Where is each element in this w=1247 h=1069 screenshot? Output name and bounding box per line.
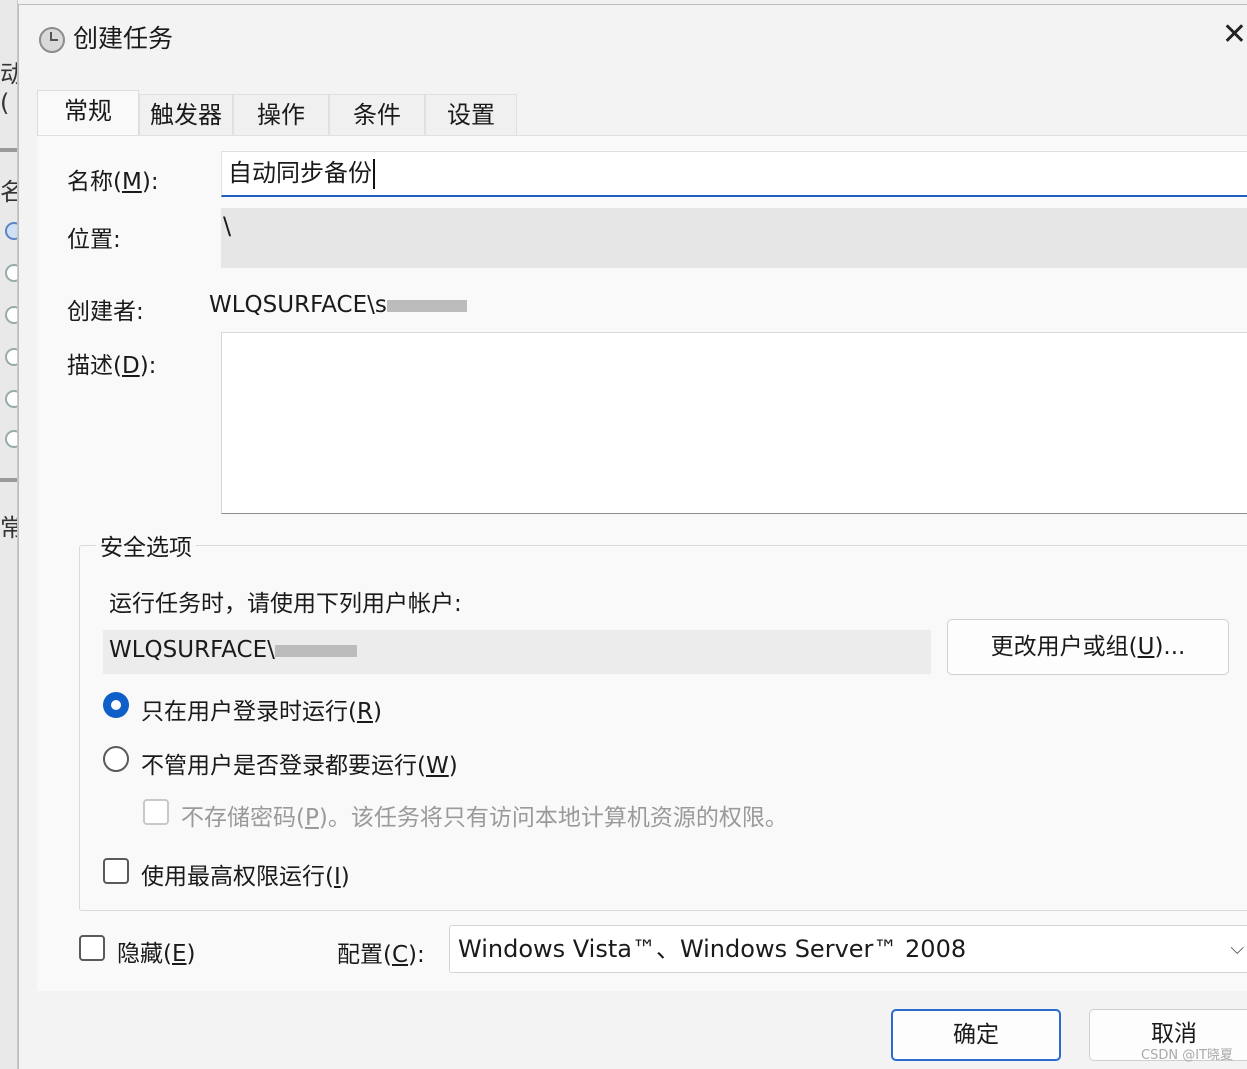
radio-run-only-logged-on[interactable] [103,692,129,718]
run-as-user-field: WLQSURFACE\ [103,630,931,674]
location-field: \ [221,208,1247,268]
background-task-icon [5,222,17,240]
task-scheduler-clock-icon [39,27,65,53]
checkbox-hidden[interactable] [79,935,105,961]
background-text-fragment: 动( [0,60,17,117]
background-app-strip: 动( 名 常 [0,0,18,1069]
checkbox-highest-privileges[interactable] [103,858,129,884]
chevron-down-icon: ⌵ [1230,938,1244,959]
background-task-icon [5,264,17,282]
checkbox-do-not-store-password-label: 不存储密码(P)。该任务将只有访问本地计算机资源的权限。 [181,805,788,831]
name-label: 名称(M): [67,169,159,195]
author-label: 创建者: [67,299,144,325]
checkbox-hidden-label[interactable]: 隐藏(E) [117,934,196,968]
checkbox-highest-privileges-label[interactable]: 使用最高权限运行(I) [141,857,350,891]
name-input-value: 自动同步备份 [228,159,372,187]
tab-triggers[interactable]: 触发器 [139,94,233,136]
author-value: WLQSURFACE\s [209,292,467,318]
ok-button[interactable]: 确定 [891,1009,1061,1061]
background-divider [0,148,17,152]
description-textarea[interactable] [221,332,1247,514]
title-bar[interactable]: 创建任务 ✕ [19,5,1247,67]
background-task-icon [5,430,17,448]
text-caret [373,159,375,189]
background-text-fragment: 名 [0,172,17,207]
redaction-mark [386,299,467,312]
redaction-mark [274,644,357,657]
configure-for-label: 配置(C): [337,942,425,968]
background-task-icon [5,348,17,366]
configure-for-select[interactable]: Windows Vista™、Windows Server™ 2008 ⌵ [449,925,1247,973]
tab-general[interactable]: 常规 [37,90,139,138]
tab-conditions[interactable]: 条件 [329,94,425,136]
location-label: 位置: [67,227,121,253]
background-task-icon [5,390,17,408]
background-text-fragment: 常 [0,508,17,543]
configure-for-value: Windows Vista™、Windows Server™ 2008 [458,935,967,963]
window-title: 创建任务 [73,24,174,53]
watermark-text: CSDN @IT晓夏 [1141,1048,1233,1063]
run-as-prompt: 运行任务时，请使用下列用户帐户: [109,591,462,617]
description-label: 描述(D): [67,353,157,379]
run-as-user-value: WLQSURFACE\ [109,637,275,663]
security-options-title: 安全选项 [96,528,196,562]
general-tab-panel: 名称(M): 自动同步备份 位置: \ 创建者: WLQSURFACE\s 描述… [37,135,1247,991]
close-button[interactable]: ✕ [1217,15,1247,55]
tab-actions[interactable]: 操作 [233,94,329,136]
radio-run-whether-logged-on[interactable] [103,746,129,772]
background-divider [0,478,17,482]
radio-run-only-logged-on-label[interactable]: 只在用户登录时运行(R) [141,692,382,726]
radio-run-whether-logged-on-label[interactable]: 不管用户是否登录都要运行(W) [141,746,458,780]
tab-settings[interactable]: 设置 [425,94,517,136]
checkbox-do-not-store-password [143,799,169,825]
background-task-icon [5,306,17,324]
name-input[interactable]: 自动同步备份 [221,151,1247,197]
create-task-dialog: 创建任务 ✕ 常规 触发器 操作 条件 设置 名称(M): 自动同步备份 位置:… [18,4,1247,1069]
location-value: \ [223,212,232,240]
change-user-button[interactable]: 更改用户或组(U)... [947,619,1229,675]
